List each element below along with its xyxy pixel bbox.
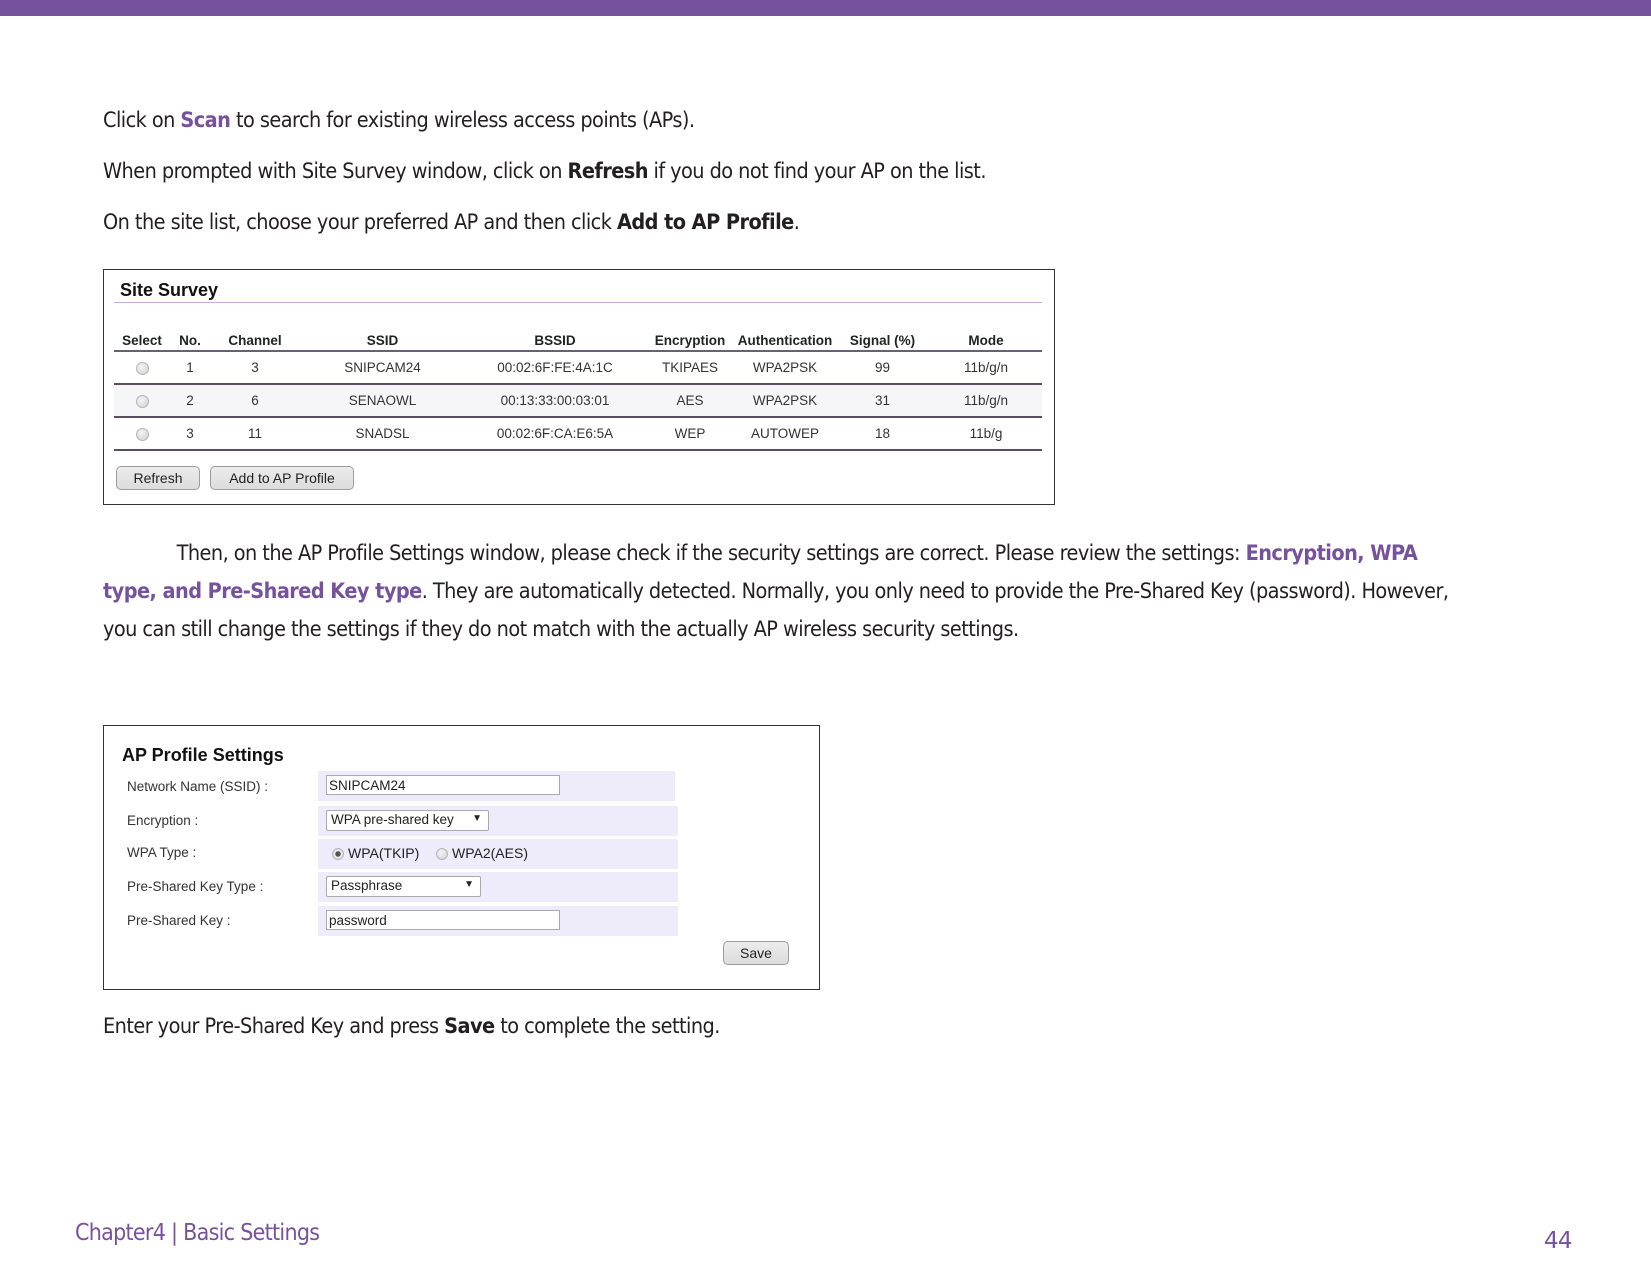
wpa-tkip-option[interactable]: WPA(TKIP) xyxy=(332,845,419,861)
instruction-save: Enter your Pre-Shared Key and press Save… xyxy=(103,1014,720,1038)
ssid-cell: SNIPCAM24 xyxy=(300,351,465,385)
channel-cell: 3 xyxy=(210,351,300,385)
psk-type-value: Passphrase xyxy=(331,878,403,893)
dropdown-arrow-icon: ▼ xyxy=(472,813,482,824)
signal-cell: 18 xyxy=(835,417,930,451)
add-profile-keyword: Add to AP Profile xyxy=(616,210,794,234)
channel-cell: 11 xyxy=(210,417,300,451)
encryption-select[interactable]: WPA pre-shared key ▼ xyxy=(326,810,489,831)
no-cell: 3 xyxy=(170,417,210,451)
psk-input[interactable] xyxy=(326,910,560,930)
chapter-footer: Chapter4 | Basic Settings xyxy=(75,1220,320,1246)
refresh-keyword: Refresh xyxy=(567,159,648,183)
col-authentication: Authentication xyxy=(735,332,835,352)
wpa2-aes-label: WPA2(AES) xyxy=(452,845,528,861)
bssid-cell: 00:02:6F:FE:4A:1C xyxy=(465,351,645,385)
psk-type-label: Pre-Shared Key Type : xyxy=(127,879,264,894)
ssid-cell: SENAOWL xyxy=(300,384,465,418)
refresh-button[interactable]: Refresh xyxy=(116,466,200,490)
page-number: 44 xyxy=(1544,1228,1572,1254)
select-radio[interactable] xyxy=(135,394,149,408)
text: When prompted with Site Survey window, c… xyxy=(103,159,568,183)
mode-cell: 11b/g xyxy=(930,417,1042,451)
scan-keyword: Scan xyxy=(180,108,231,132)
text: . xyxy=(793,210,800,234)
select-radio[interactable] xyxy=(135,361,149,375)
psk-field-row xyxy=(318,906,678,936)
col-select: Select xyxy=(114,332,170,352)
mode-cell: 11b/g/n xyxy=(930,384,1042,418)
psk-type-select[interactable]: Passphrase ▼ xyxy=(326,876,481,897)
ap-profile-title: AP Profile Settings xyxy=(122,745,284,765)
table-row[interactable]: 2 6 SENAOWL 00:13:33:00:03:01 AES WPA2PS… xyxy=(114,384,1042,418)
col-no: No. xyxy=(170,332,210,352)
ssid-input[interactable] xyxy=(326,775,560,795)
encryption-field-row: WPA pre-shared key ▼ xyxy=(318,806,678,836)
wpa-tkip-label: WPA(TKIP) xyxy=(348,845,420,861)
site-survey-title: Site Survey xyxy=(120,280,219,300)
no-cell: 2 xyxy=(170,384,210,418)
mode-cell: 11b/g/n xyxy=(930,351,1042,385)
signal-cell: 99 xyxy=(835,351,930,385)
wpa-type-label: WPA Type : xyxy=(127,845,197,860)
col-mode: Mode xyxy=(930,332,1042,352)
ap-profile-panel: AP Profile Settings Network Name (SSID) … xyxy=(103,725,820,990)
text: Click on xyxy=(103,108,181,132)
table-row[interactable]: 1 3 SNIPCAM24 00:02:6F:FE:4A:1C TKIPAES … xyxy=(114,351,1042,385)
dropdown-arrow-icon: ▼ xyxy=(464,879,474,890)
wpa-type-field-row: WPA(TKIP) WPA2(AES) xyxy=(318,839,678,869)
col-encryption: Encryption xyxy=(645,332,735,352)
psk-type-field-row: Passphrase ▼ xyxy=(318,872,678,902)
site-survey-panel: Site Survey Select No. Channel SSID BSSI… xyxy=(103,269,1055,505)
title-divider xyxy=(114,302,1042,303)
save-keyword: Save xyxy=(444,1014,495,1038)
authentication-cell: WPA2PSK xyxy=(735,384,835,418)
site-survey-table: Select No. Channel SSID BSSID Encryption… xyxy=(114,332,1042,451)
wpa-tkip-radio[interactable] xyxy=(332,848,344,861)
col-ssid: SSID xyxy=(300,332,465,352)
wpa2-aes-option[interactable]: WPA2(AES) xyxy=(436,845,528,861)
header-bar xyxy=(0,0,1651,16)
table-row[interactable]: 3 11 SNADSL 00:02:6F:CA:E6:5A WEP AUTOWE… xyxy=(114,417,1042,451)
ssid-cell: SNADSL xyxy=(300,417,465,451)
encryption-cell: WEP xyxy=(645,417,735,451)
encryption-label: Encryption : xyxy=(127,813,199,828)
encryption-value: WPA pre-shared key xyxy=(331,812,454,827)
select-radio[interactable] xyxy=(135,427,149,441)
authentication-cell: AUTOWEP xyxy=(735,417,835,451)
save-button[interactable]: Save xyxy=(723,941,789,965)
instruction-add-profile: On the site list, choose your preferred … xyxy=(103,210,800,234)
wpa2-aes-radio[interactable] xyxy=(436,848,448,861)
text: to search for existing wireless access p… xyxy=(230,108,695,132)
select-cell xyxy=(114,417,170,451)
signal-cell: 31 xyxy=(835,384,930,418)
no-cell: 1 xyxy=(170,351,210,385)
add-to-ap-profile-button[interactable]: Add to AP Profile xyxy=(210,466,354,490)
table-header-row: Select No. Channel SSID BSSID Encryption… xyxy=(114,332,1042,352)
psk-label: Pre-Shared Key : xyxy=(127,913,231,928)
text: to complete the setting. xyxy=(494,1014,720,1038)
encryption-cell: TKIPAES xyxy=(645,351,735,385)
instruction-scan: Click on Scan to search for existing wir… xyxy=(103,108,695,132)
authentication-cell: WPA2PSK xyxy=(735,351,835,385)
encryption-cell: AES xyxy=(645,384,735,418)
text: On the site list, choose your preferred … xyxy=(103,210,617,234)
col-bssid: BSSID xyxy=(465,332,645,352)
ssid-label: Network Name (SSID) : xyxy=(127,779,269,794)
select-cell xyxy=(114,351,170,385)
text: Then, on the AP Profile Settings window,… xyxy=(176,541,1246,565)
channel-cell: 6 xyxy=(210,384,300,418)
bssid-cell: 00:02:6F:CA:E6:5A xyxy=(465,417,645,451)
ssid-field-row xyxy=(318,771,675,801)
text: if you do not find your AP on the list. xyxy=(647,159,986,183)
select-cell xyxy=(114,384,170,418)
bssid-cell: 00:13:33:00:03:01 xyxy=(465,384,645,418)
col-signal: Signal (%) xyxy=(835,332,930,352)
text: Enter your Pre-Shared Key and press xyxy=(103,1014,445,1038)
review-settings-paragraph: Then, on the AP Profile Settings window,… xyxy=(103,534,1465,648)
instruction-refresh: When prompted with Site Survey window, c… xyxy=(103,159,986,183)
col-channel: Channel xyxy=(210,332,300,352)
